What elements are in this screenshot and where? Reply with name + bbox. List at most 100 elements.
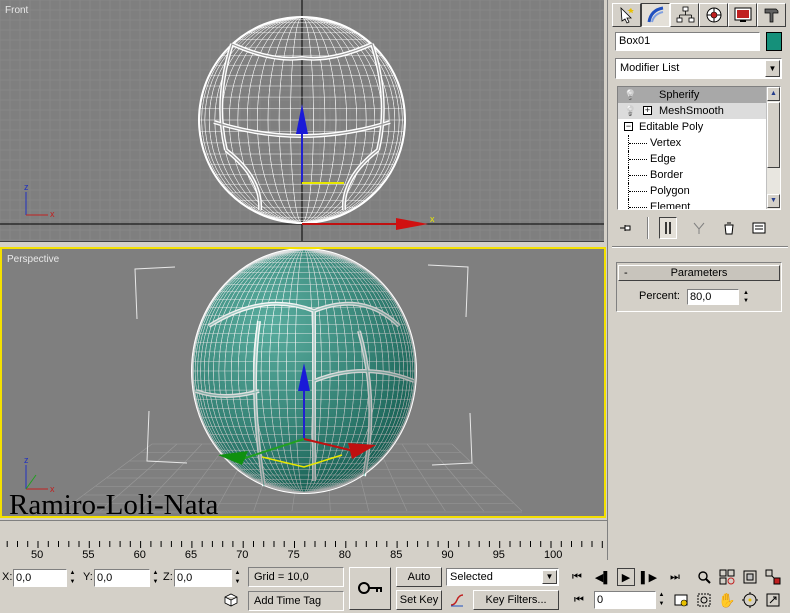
parameters-title: Parameters [670,267,728,279]
arc-rotate-button[interactable] [741,591,759,609]
watermark-text: Ramiro-Loli-Nata [9,489,219,518]
modifier-stack-scrollbar[interactable]: ▲ ▼ [766,87,780,209]
current-frame-spinner[interactable]: ▲ ▼ [657,591,666,609]
tree-connector [628,199,648,209]
remove-modifier-button[interactable] [721,217,738,239]
stack-item[interactable]: Vertex [618,135,780,151]
percent-spinner-arrows[interactable]: ▲ ▼ [741,289,751,305]
field-of-view-icon [697,593,711,607]
percent-input[interactable]: 80,0 [687,289,739,305]
make-unique-button[interactable] [690,217,707,239]
stack-item[interactable]: Element [618,199,780,209]
stack-item-label: MeshSmooth [659,105,724,117]
stack-item[interactable]: 💡 + MeshSmooth [618,103,780,119]
modify-tab[interactable] [641,3,670,27]
x-coord-spinner[interactable]: ▲ ▼ [68,569,77,587]
auto-key-button[interactable]: Auto Key [396,567,442,601]
maximize-viewport-button[interactable] [764,591,782,609]
stack-item[interactable]: − Editable Poly [618,119,780,135]
zoom-button[interactable] [695,568,713,586]
parameters-rollout-header[interactable]: - Parameters [618,265,780,281]
x-coord-input[interactable]: 0,0 [13,569,67,587]
y-coord-spinner[interactable]: ▲ ▼ [151,569,160,587]
stack-item[interactable]: Edge [618,151,780,167]
ruler-tick-label: 90 [441,549,454,561]
tangent-icon [450,594,464,607]
time-tag-toggle[interactable] [222,591,240,609]
stack-item[interactable]: Border [618,167,780,183]
axis-tripod-y [25,474,37,490]
default-tangent-button[interactable] [448,591,466,609]
next-frame-button[interactable]: ▌▶ [640,568,658,586]
object-color-swatch[interactable] [766,32,782,51]
stack-item-label: Edge [650,153,676,165]
pan-button[interactable]: ✋ [718,591,736,609]
display-tab[interactable] [728,3,757,27]
motion-icon [706,7,721,23]
configure-sets-button[interactable] [751,217,768,239]
dropdown-arrow-icon[interactable]: ▼ [542,570,557,584]
go-to-start-button[interactable]: ⏮ [568,568,586,586]
perspective-viewport-canvas: zx [24,249,523,513]
zoom-extents-all-button[interactable] [764,568,782,586]
show-end-result-button[interactable] [659,217,678,239]
pin-stack-button[interactable] [617,217,634,239]
front-viewport[interactable]: x z x Front [0,0,604,242]
play-icon: ▶ [621,571,631,584]
time-ruler[interactable]: 50 55 60 65 70 75 80 85 90 95 100 [0,520,607,564]
current-frame-input[interactable]: 0 [594,591,656,609]
collapse-icon[interactable]: − [624,122,633,131]
front-viewport-label[interactable]: Front [5,5,28,16]
stack-item[interactable]: Polygon [618,183,780,199]
ruler-tick-label: 50 [31,549,44,561]
hierarchy-tab[interactable] [670,3,699,27]
key-selection-dropdown[interactable]: Selected ▼ [446,568,559,586]
dropdown-arrow-icon[interactable]: ▼ [765,60,780,77]
previous-frame-button[interactable]: ◀▌ [594,568,612,586]
perspective-viewport[interactable]: zx Perspective Ramiro-Loli-Nata [0,247,606,518]
tree-connector [628,183,648,199]
show-end-result-icon [665,222,671,234]
gizmo-plane [302,182,344,184]
ruler-tick-label: 100 [544,549,563,561]
key-mode-toggle[interactable]: ⏮ [570,591,588,609]
time-configuration-button[interactable] [672,591,690,609]
field-of-view-button[interactable] [695,591,713,609]
scroll-thumb[interactable] [767,102,780,168]
tree-connector [628,151,648,167]
add-time-tag-button[interactable]: Add Time Tag [248,591,344,611]
lightbulb-icon[interactable]: 💡 [624,104,636,120]
set-key-mode-button[interactable] [349,567,391,610]
perspective-viewport-label[interactable]: Perspective [7,254,59,265]
command-panel: Box01 Modifier List ▼ 💡 Spherify 💡 + MeshSmo… [607,0,790,560]
max-ui: xzx Front zx Perspective Ramiro-Loli-Nat… [0,0,790,613]
go-to-end-button[interactable]: ⏭ [666,568,684,586]
ground-grid-line [426,443,484,512]
make-unique-icon [693,222,705,234]
scroll-down-icon[interactable]: ▼ [767,194,780,208]
maximize-viewport-icon [766,593,780,607]
modifier-stack[interactable]: 💡 Spherify 💡 + MeshSmooth − Editable Poly Verte… [617,86,781,210]
grid-size-display: Grid = 10,0 [248,567,344,587]
object-name-input[interactable]: Box01 [615,32,760,51]
configure-icon [752,222,766,234]
key-filters-button[interactable]: Key Filters... [473,590,559,610]
set-key-button[interactable]: Set Key [396,590,442,610]
play-button[interactable]: ▶ [617,568,635,586]
y-coord-input[interactable]: 0,0 [94,569,150,587]
create-tab[interactable] [612,3,641,27]
stack-item[interactable]: 💡 Spherify [618,87,780,103]
zoom-all-button[interactable] [718,568,736,586]
motion-tab[interactable] [699,3,728,27]
percent-label: Percent: [639,290,680,302]
lightbulb-icon[interactable]: 💡 [624,88,636,104]
scroll-up-icon[interactable]: ▲ [767,87,780,101]
modifier-list-dropdown[interactable]: Modifier List ▼ [615,58,782,79]
utilities-tab[interactable] [757,3,786,27]
z-coord-spinner[interactable]: ▲ ▼ [233,569,242,587]
modifier-list-label: Modifier List [620,62,680,74]
expand-icon[interactable]: + [643,106,652,115]
zoom-extents-button[interactable] [741,568,759,586]
ground-grid-line [401,443,446,512]
z-coord-input[interactable]: 0,0 [174,569,232,587]
